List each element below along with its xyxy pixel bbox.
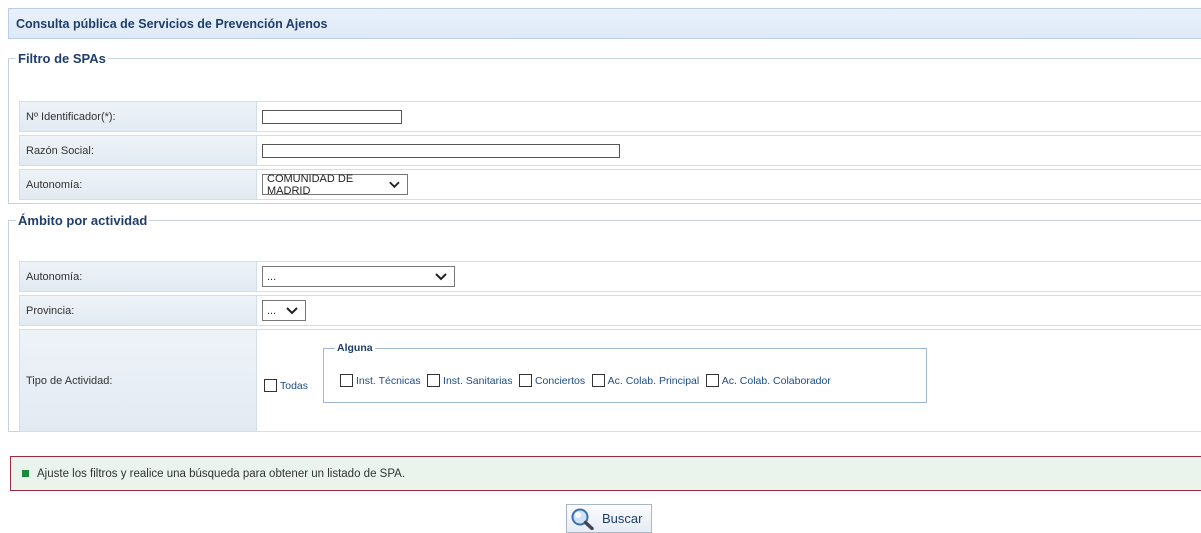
identificador-row: Nº Identificador(*): [19,101,1201,132]
chevron-down-icon [389,181,400,188]
alguna-fieldset: Alguna Inst. Técnicas Inst. Sanitarias C… [323,342,927,403]
option-inst-sanitarias[interactable]: Inst. Sanitarias [427,372,514,389]
filtro-spas-fieldset: Filtro de SPAs Nº Identificador(*): Razó… [8,51,1201,204]
autonomia-label: Autonomía: [20,170,257,199]
ac-colab-principal-label: Ac. Colab. Principal [607,374,700,387]
ambito-autonomia-label: Autonomía: [20,262,257,291]
option-conciertos[interactable]: Conciertos [518,372,587,389]
identificador-label: Nº Identificador(*): [20,102,257,131]
inst-sanitarias-checkbox[interactable] [427,374,441,388]
filtro-spas-legend: Filtro de SPAs [18,51,106,66]
chevron-down-icon [286,306,298,314]
buscar-button[interactable]: Buscar [566,504,652,533]
tipo-actividad-row: Tipo de Actividad: Todas Alguna Inst. Té… [19,329,1201,432]
buscar-label: Buscar [602,511,643,526]
todas-checkbox[interactable] [264,379,277,393]
ambito-autonomia-selected-value: ... [267,270,277,283]
inst-sanitarias-label: Inst. Sanitarias [443,374,513,387]
conciertos-label: Conciertos [534,374,586,387]
conciertos-checkbox[interactable] [518,374,532,388]
tipo-actividad-label: Tipo de Actividad: [20,330,257,431]
ac-colab-colaborador-checkbox[interactable] [705,374,719,388]
ac-colab-principal-checkbox[interactable] [591,374,605,388]
info-message: Ajuste los filtros y realice una búsqued… [10,456,1201,491]
green-square-icon [22,470,29,477]
autonomia-select[interactable]: COMUNIDAD DE MADRID [262,172,408,197]
razon-social-row: Razón Social: [19,135,1201,166]
todas-option[interactable]: Todas [264,377,310,395]
identificador-input[interactable] [262,109,402,124]
ac-colab-colaborador-label: Ac. Colab. Colaborador [721,374,831,387]
autonomia-row: Autonomía: COMUNIDAD DE MADRID [19,169,1201,200]
page-title-bar: Consulta pública de Servicios de Prevenc… [8,8,1201,39]
autonomia-selected-value: COMUNIDAD DE MADRID [267,172,354,197]
inst-tecnicas-checkbox[interactable] [340,374,353,388]
ambito-actividad-legend: Ámbito por actividad [18,213,148,228]
provincia-selected-value: ... [267,304,277,317]
ambito-actividad-fieldset: Ámbito por actividad Autonomía: ... Prov… [8,213,1201,432]
page-title: Consulta pública de Servicios de Prevenc… [16,17,328,31]
option-ac-colab-colaborador[interactable]: Ac. Colab. Colaborador [705,372,833,389]
magnifier-icon [571,508,594,530]
provincia-select[interactable]: ... [262,300,306,321]
option-ac-colab-principal[interactable]: Ac. Colab. Principal [591,372,702,389]
info-message-text: Ajuste los filtros y realice una búsqued… [37,467,406,480]
inst-tecnicas-label: Inst. Técnicas [356,374,421,387]
alguna-legend: Alguna [337,342,373,354]
provincia-row: Provincia: ... [19,295,1201,326]
razon-social-label: Razón Social: [20,136,257,165]
todas-label: Todas [280,379,309,392]
ambito-autonomia-select[interactable]: ... [262,266,455,287]
ambito-autonomia-row: Autonomía: ... [19,261,1201,292]
razon-social-input[interactable] [262,143,620,158]
option-inst-tecnicas[interactable]: Inst. Técnicas [340,372,423,389]
provincia-label: Provincia: [20,296,257,325]
chevron-down-icon [435,272,447,280]
